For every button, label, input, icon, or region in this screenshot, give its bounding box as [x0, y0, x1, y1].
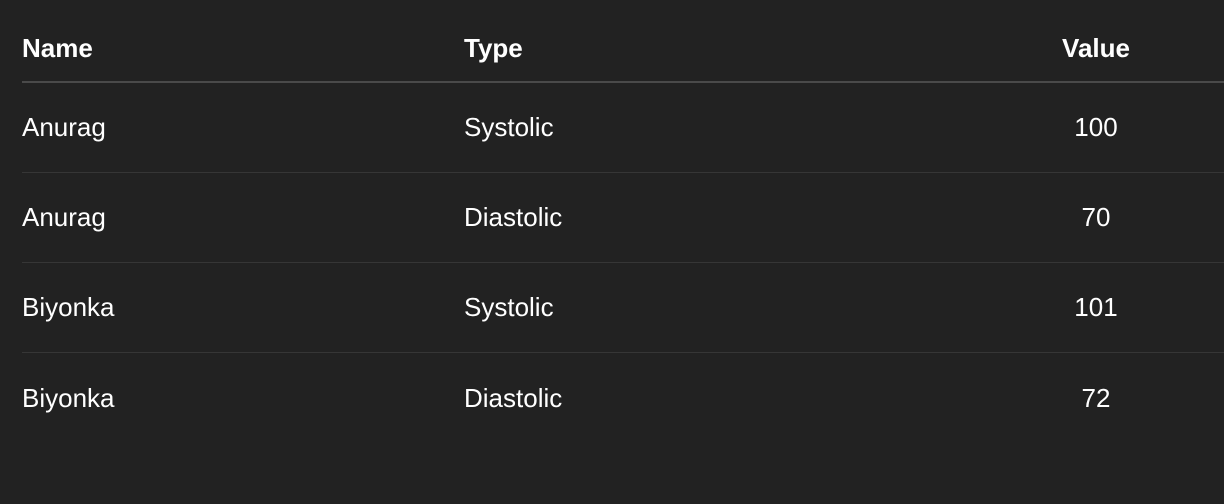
column-header-value[interactable]: Value [1025, 18, 1167, 79]
cell-type: Diastolic [464, 202, 563, 232]
table-row[interactable]: Anurag Systolic 100 [22, 83, 1224, 173]
cell-value: 70 [1081, 202, 1111, 232]
cell-value: 101 [1074, 292, 1118, 322]
cell-type: Diastolic [464, 382, 563, 413]
cell-type: Systolic [464, 112, 554, 142]
cell-value: 72 [1081, 382, 1111, 413]
data-table: Name Type Value Anurag Systolic 100 Anur… [22, 18, 1224, 443]
table-row[interactable]: Anurag Diastolic 70 [22, 173, 1224, 263]
table-row[interactable]: Biyonka Diastolic 72 [22, 353, 1224, 443]
column-header-type[interactable]: Type [464, 18, 523, 79]
table-row[interactable]: Biyonka Systolic 101 [22, 263, 1224, 353]
column-header-name[interactable]: Name [22, 18, 93, 79]
cell-name: Biyonka [22, 382, 115, 413]
cell-name: Anurag [22, 112, 106, 142]
cell-name: Anurag [22, 202, 106, 232]
cell-name: Biyonka [22, 292, 115, 322]
table-header-row: Name Type Value [22, 18, 1224, 83]
cell-value: 100 [1074, 112, 1118, 142]
cell-type: Systolic [464, 292, 554, 322]
